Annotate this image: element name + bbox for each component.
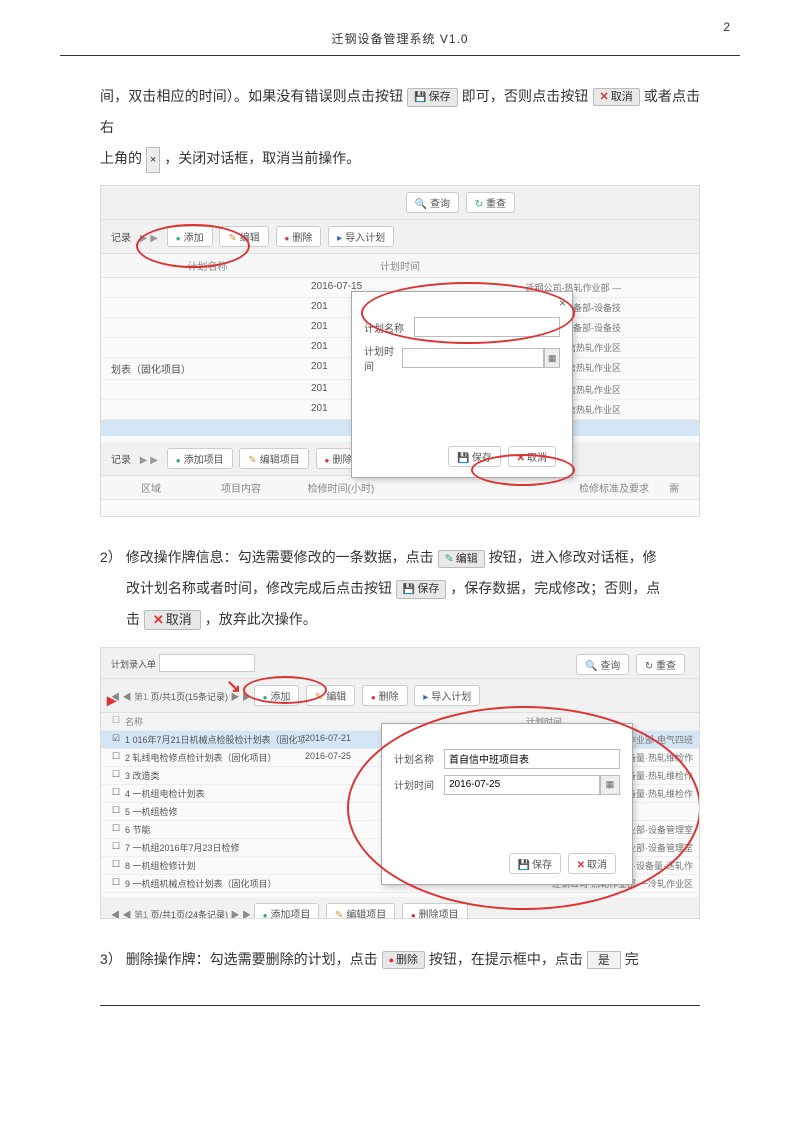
close-icon-inline: × — [146, 147, 160, 173]
reset-button-2[interactable]: ↻ 重查 — [636, 654, 685, 675]
cancel-button-inline: 取消 — [593, 88, 640, 106]
import-button-2[interactable]: 导入计划 — [414, 685, 480, 706]
dialog2-save-button[interactable]: 保存 — [509, 853, 561, 874]
import-button[interactable]: 导入计划 — [328, 226, 394, 247]
yes-button-inline: 是 — [587, 951, 621, 969]
search-button-2[interactable]: 🔍 查询 — [576, 654, 629, 675]
delete-button-2[interactable]: 删除 — [362, 685, 408, 706]
delete-button[interactable]: 删除 — [276, 226, 322, 247]
doc-title: 迁钢设备管理系统 V1.0 — [60, 30, 740, 56]
plan-time-label: 计划时间 — [364, 343, 402, 373]
dialog-cancel-button[interactable]: 取消 — [508, 446, 556, 467]
plan-name-label: 计划名称 — [364, 320, 414, 335]
edit-button-2[interactable]: 编辑 — [306, 685, 355, 706]
screenshot-2: 计划录入单 🔍 查询 ↻ 重查 ◀ ◀ 第1 页/共1页(15条记录) ▶ ▶ … — [100, 647, 700, 919]
sub-edit-button[interactable]: 编辑项目 — [326, 903, 395, 919]
sub-add-button[interactable]: 添加项目 — [254, 903, 320, 919]
edit-name-input[interactable] — [444, 749, 620, 769]
search-button[interactable]: 🔍 查询 — [406, 192, 459, 213]
delete-button-inline: 删除 — [382, 951, 425, 969]
edit-button[interactable]: 编辑 — [219, 226, 268, 247]
cancel-button-inline-2: 取消 — [144, 610, 201, 630]
dialog-save-button[interactable]: 保存 — [448, 446, 500, 467]
add-button[interactable]: 添加 — [167, 226, 213, 247]
screenshot-1: 🔍 查询 ↻ 重查 记录 ▶ ▶ 添加 编辑 删除 导入计划 计划名称 计划时间… — [100, 185, 700, 517]
footer-line — [100, 1005, 700, 1006]
filter-input[interactable] — [159, 654, 255, 672]
page-number: 2 — [723, 20, 730, 34]
calendar-icon[interactable]: ▦ — [544, 348, 560, 368]
paragraph-2: 2） 修改操作牌信息：勾选需要修改的一条数据，点击 编辑 按钮，进入修改对话框，… — [100, 542, 700, 634]
save-button-inline: 保存 — [407, 88, 457, 107]
add-button-2[interactable]: 添加 — [254, 685, 300, 706]
dialog2-cancel-button[interactable]: 取消 — [568, 853, 616, 874]
edit-dialog-2: 计划名称 计划时间 ▦ 保存 取消 — [381, 723, 633, 885]
add-item-button[interactable]: 添加项目 — [167, 448, 233, 469]
save-button-inline-2: 保存 — [396, 580, 446, 599]
plan-name-input[interactable] — [414, 317, 560, 337]
sub-delete-button[interactable]: 删除项目 — [402, 903, 468, 919]
plan-time-input[interactable] — [402, 348, 544, 368]
edit-time-input[interactable] — [444, 775, 600, 795]
close-icon[interactable]: × — [559, 296, 566, 310]
records-label: 记录 — [111, 233, 131, 244]
paragraph-3: 3） 删除操作牌：勾选需要删除的计划，点击 删除 按钮，在提示框中，点击 是 完 — [100, 944, 700, 975]
edit-button-inline: 编辑 — [438, 550, 485, 568]
paragraph-1: 间，双击相应的时间）。如果没有错误则点击按钮 保存 即可，否则点击按钮 取消 或… — [100, 81, 700, 173]
edit-item-button[interactable]: 编辑项目 — [239, 448, 308, 469]
subtable-headers: 区域 项目内容 检修时间(小时) 检修标准及要求 需 — [101, 476, 699, 500]
edit-dialog: × 计划名称 计划时间 ▦ 保存 取消 — [351, 291, 573, 478]
column-headers: 计划名称 计划时间 — [101, 254, 699, 278]
reset-button[interactable]: ↻ 重查 — [466, 192, 515, 213]
calendar-icon-2[interactable]: ▦ — [600, 775, 620, 795]
